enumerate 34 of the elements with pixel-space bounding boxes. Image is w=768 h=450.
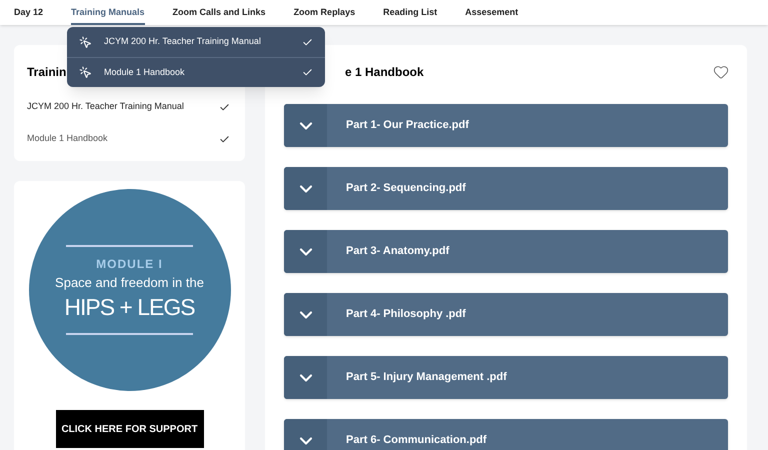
module-headline: HIPS + LEGS — [64, 292, 195, 321]
click-icon — [79, 36, 92, 48]
file-name: Part 3- Anatomy.pdf — [346, 244, 450, 260]
sidebar-item-label: JCYM 200 Hr. Teacher Training Manual — [27, 100, 185, 114]
menu-item[interactable]: JCYM 200 Hr. Teacher Training Manual — [67, 27, 325, 57]
file-name: Part 1- Our Practice.pdf — [346, 118, 469, 134]
file-name: Part 5- Injury Management .pdf — [346, 370, 507, 386]
nav-tab[interactable]: Assesement — [465, 0, 518, 25]
nav-tab[interactable]: Reading List — [383, 0, 438, 25]
sidebar-item-label: Module 1 Handbook — [27, 132, 109, 146]
card-title: Trainin — [27, 64, 66, 77]
file-name: Part 2- Sequencing.pdf — [346, 181, 466, 196]
menu-item-label: Module 1 Handbook — [104, 66, 186, 79]
card-title: e 1 Handbook — [345, 64, 425, 81]
nav-tab[interactable]: Training Manuals — [71, 0, 145, 25]
file-accordion[interactable]: Part 3- Anatomy.pdf — [284, 230, 728, 273]
file-accordion[interactable]: Part 4- Philosophy .pdf — [284, 293, 728, 336]
file-name: Part 6- Communication.pdf — [346, 433, 487, 448]
file-name: Part 4- Philosophy .pdf — [346, 307, 466, 322]
nav-tab[interactable]: Zoom Replays — [294, 0, 356, 25]
module-overline: MODULE I — [96, 256, 163, 274]
file-accordion[interactable]: Part 1- Our Practice.pdf — [284, 104, 728, 147]
module-subtitle: Space and freedom in the — [55, 274, 204, 292]
file-accordion[interactable]: Part 5- Injury Management .pdf — [284, 356, 728, 399]
support-button[interactable]: CLICK HERE FOR SUPPORT — [56, 410, 204, 448]
click-icon — [79, 66, 92, 79]
heart-icon[interactable] — [713, 64, 729, 80]
sidebar-item[interactable]: JCYM 200 Hr. Teacher Training Manual — [27, 91, 232, 123]
file-accordion[interactable]: Part 2- Sequencing.pdf — [284, 167, 728, 210]
menu-item-label: JCYM 200 Hr. Teacher Training Manual — [104, 35, 262, 48]
sidebar-item[interactable]: Module 1 Handbook — [27, 123, 232, 155]
file-accordion[interactable]: Part 6- Communication.pdf — [284, 419, 728, 450]
nav-tab[interactable]: Day 12 — [14, 0, 44, 25]
nav-tab[interactable]: Zoom Calls and Links — [172, 0, 266, 25]
